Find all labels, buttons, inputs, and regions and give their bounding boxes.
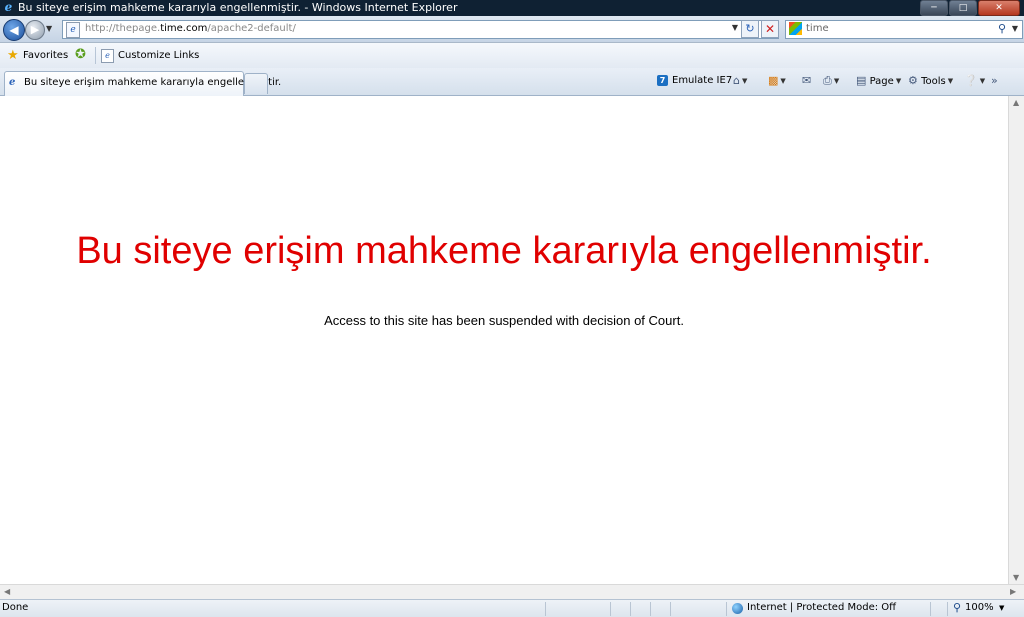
recent-pages-dropdown-icon[interactable]: ▼ (46, 24, 52, 33)
zoom-level[interactable]: 100% (965, 602, 994, 613)
search-box[interactable]: time ⚲ ▼ (785, 20, 1023, 39)
scroll-up-icon[interactable]: ▲ (1013, 98, 1019, 107)
address-dropdown-icon[interactable]: ▼ (732, 23, 738, 32)
favorites-star-icon[interactable]: ★ (7, 49, 19, 62)
status-divider (947, 602, 948, 616)
help-button[interactable]: ❔ ▼ (964, 73, 985, 89)
vertical-scrollbar[interactable]: ▲ ▼ (1008, 96, 1024, 584)
print-dropdown-icon[interactable]: ▼ (834, 73, 839, 89)
status-bar: Done Internet | Protected Mode: Off ⚲ 10… (0, 599, 1024, 617)
search-input[interactable]: time (806, 23, 829, 34)
page-heading: Bu siteye erişim mahkeme kararıyla engel… (76, 230, 932, 272)
scroll-down-icon[interactable]: ▼ (1013, 573, 1019, 582)
favorites-bar: ★ Favorites ✪ e Customize Links (0, 43, 1024, 68)
tab-label: Bu siteye erişim mahkeme kararıyla engel… (24, 77, 282, 88)
status-divider (650, 602, 651, 616)
customize-links-link[interactable]: Customize Links (118, 50, 199, 61)
tab-current[interactable]: e Bu siteye erişim mahkeme kararıyla eng… (4, 71, 281, 96)
status-divider (726, 602, 727, 616)
favorites-divider (95, 47, 96, 64)
page-subtext: Access to this site has been suspended w… (324, 313, 684, 328)
back-button[interactable]: ◀ (3, 19, 25, 41)
tools-menu-button[interactable]: ⚙ Tools ▼ (908, 73, 953, 89)
home-button[interactable]: ⌂ ▼ (733, 73, 747, 89)
window-controls: ─ □ ✕ (920, 0, 1020, 16)
address-url[interactable]: http://thepage.time.com/apache2-default/ (85, 23, 296, 34)
rss-feed-icon: ▩ (768, 74, 779, 87)
scroll-left-icon[interactable]: ◀ (4, 587, 10, 596)
page-icon: e (66, 22, 80, 38)
horizontal-scrollbar[interactable]: ◀ ▶ (0, 584, 1024, 600)
feeds-button[interactable]: ▩ ▼ (768, 73, 786, 89)
zoom-icon: ⚲ (953, 601, 962, 614)
chevron-right-icon: » (991, 74, 998, 87)
maximize-button[interactable]: □ (949, 0, 977, 16)
security-zone[interactable]: Internet | Protected Mode: Off (747, 602, 896, 613)
tools-dropdown-icon: ▼ (947, 77, 954, 85)
read-mail-button[interactable]: ✉ (802, 73, 811, 89)
print-button[interactable]: ⎙ ▼ (823, 73, 839, 89)
forward-button[interactable]: ▶ (25, 20, 45, 40)
minimize-button[interactable]: ─ (920, 0, 948, 16)
search-options-dropdown-icon[interactable]: ▼ (1012, 24, 1018, 33)
page-icon: ▤ (856, 74, 867, 87)
status-divider (670, 602, 671, 616)
emulate-ie7-button[interactable]: 7 Emulate IE7 (657, 73, 732, 89)
emulate-icon: 7 (657, 74, 668, 86)
feeds-dropdown-icon[interactable]: ▼ (780, 73, 785, 89)
tab-row: e Bu siteye erişim mahkeme kararıyla eng… (0, 68, 1024, 96)
scroll-right-icon[interactable]: ▶ (1010, 587, 1016, 596)
help-dropdown-icon[interactable]: ▼ (980, 73, 985, 89)
search-icon[interactable]: ⚲ (998, 22, 1006, 35)
print-icon: ⎙ (823, 74, 832, 87)
address-bar[interactable]: e http://thepage.time.com/apache2-defaul… (62, 20, 779, 39)
ie-logo-icon: e (4, 0, 13, 14)
toolbar-overflow-button[interactable]: » (991, 73, 998, 89)
internet-zone-icon (732, 603, 743, 614)
search-provider-icon (789, 22, 802, 35)
title-bar: e Bu siteye erişim mahkeme kararıyla eng… (0, 0, 1024, 16)
stop-button[interactable]: ✕ (761, 20, 779, 38)
status-divider (630, 602, 631, 616)
favorites-button[interactable]: Favorites (23, 50, 68, 61)
zoom-dropdown-icon[interactable]: ▼ (999, 604, 1004, 612)
status-text: Done (2, 602, 29, 613)
page-dropdown-icon: ▼ (895, 77, 902, 85)
gear-icon: ⚙ (908, 74, 918, 87)
mail-icon: ✉ (802, 74, 812, 87)
window-title: Bu siteye erişim mahkeme kararıyla engel… (18, 1, 458, 14)
tab-page-icon: e (9, 77, 16, 88)
home-icon: ⌂ (733, 74, 740, 87)
page-content: Bu siteye erişim mahkeme kararıyla engel… (0, 96, 1008, 584)
status-divider (930, 602, 931, 616)
add-to-favorites-icon[interactable]: ✪ (75, 48, 86, 61)
new-tab-button[interactable] (244, 73, 268, 94)
home-dropdown-icon[interactable]: ▼ (742, 73, 747, 89)
status-divider (545, 602, 546, 616)
status-divider (610, 602, 611, 616)
page-menu-button[interactable]: ▤ Page ▼ (856, 73, 901, 89)
close-button[interactable]: ✕ (978, 0, 1020, 16)
help-icon: ❔ (964, 74, 978, 87)
customize-links-icon: e (101, 49, 114, 63)
refresh-button[interactable]: ↻ (741, 20, 759, 38)
